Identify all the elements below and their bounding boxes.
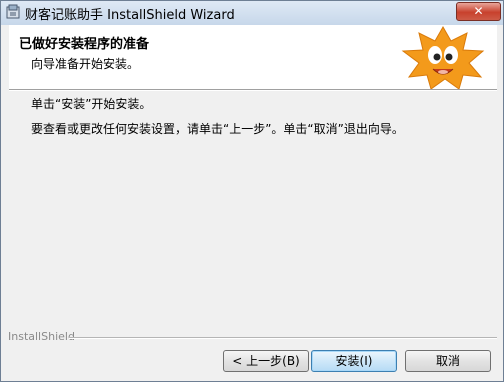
banner-divider-highlight xyxy=(9,90,497,91)
mascot-icon xyxy=(401,25,485,89)
window-title: 财客记账助手 InstallShield Wizard xyxy=(25,8,235,23)
close-icon: ✕ xyxy=(473,4,484,18)
installer-app-icon xyxy=(6,4,20,19)
installer-window: 财客记账助手 InstallShield Wizard ✕ 已做好安装程序的准备… xyxy=(0,0,504,382)
close-button[interactable]: ✕ xyxy=(456,2,501,21)
install-button[interactable]: 安装(I) xyxy=(311,350,397,372)
footer-divider-highlight xyxy=(69,338,497,339)
header-banner: 已做好安装程序的准备 向导准备开始安装。 xyxy=(9,25,497,89)
title-bar[interactable]: 财客记账助手 InstallShield Wizard ✕ xyxy=(1,1,503,25)
cancel-button[interactable]: 取消 xyxy=(405,350,491,372)
page-title: 已做好安装程序的准备 xyxy=(19,37,150,52)
page-subtitle: 向导准备开始安装。 xyxy=(31,57,140,71)
hint-text: 要查看或更改任何安装设置，请单击“上一步”。单击“取消”退出向导。 xyxy=(31,122,404,136)
back-button[interactable]: < 上一步(B) xyxy=(223,350,309,372)
installshield-brand: InstallShield xyxy=(8,330,75,343)
instruction-text: 单击“安装”开始安装。 xyxy=(31,97,152,111)
